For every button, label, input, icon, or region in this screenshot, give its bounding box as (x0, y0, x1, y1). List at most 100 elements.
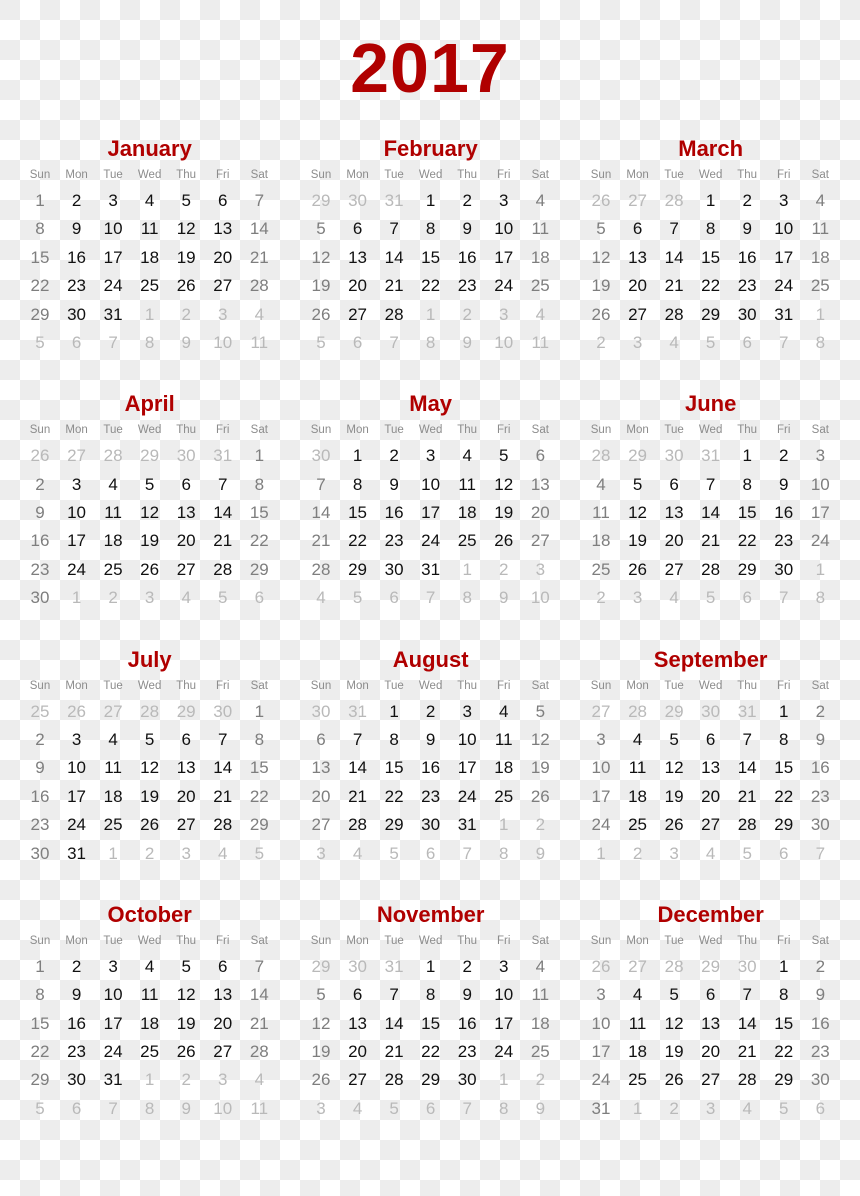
weekday-header: Thu (457, 679, 478, 692)
day-cell: 12 (140, 503, 160, 523)
adjacent-month-day-cell: 30 (664, 446, 684, 466)
weekday-header: Mon (65, 169, 88, 181)
weekday-header: Sun (310, 169, 332, 181)
day-cell: 19 (140, 786, 160, 806)
day-cell: 20 (213, 247, 233, 267)
weekday-header: Sun (590, 679, 612, 692)
day-cell: 2 (815, 956, 826, 976)
day-cell: 25 (628, 815, 647, 835)
day-cell: 16 (384, 503, 404, 523)
adjacent-month-day-cell: 10 (213, 333, 233, 352)
adjacent-month-day-cell: 1 (499, 1070, 509, 1090)
day-cell: 4 (144, 956, 155, 976)
day-cell: 27 (213, 1042, 233, 1062)
day-cell: 17 (67, 786, 86, 806)
day-cell: 16 (457, 247, 477, 267)
month-february: February Sun Mon Tue Wed Thu Fri Sat 29 30 31 1 2 3 4 5… (281, 135, 551, 375)
weekday-header: Tue (384, 424, 404, 437)
day-cell: 26 (530, 786, 550, 806)
day-cell: 20 (530, 503, 550, 523)
adjacent-month-day-cell: 10 (494, 333, 514, 352)
month-title: December (657, 901, 764, 927)
day-cell: 17 (421, 503, 441, 523)
day-cell: 27 (213, 276, 233, 296)
adjacent-month-day-cell: 3 (316, 1098, 326, 1118)
day-cell: 8 (389, 729, 399, 749)
day-cell: 13 (664, 503, 684, 523)
day-cell: 25 (140, 1042, 160, 1062)
day-cell: 12 (140, 758, 160, 778)
day-cell: 7 (254, 956, 265, 976)
day-cell: 18 (494, 758, 514, 778)
weekday-header: Sat (250, 934, 268, 947)
adjacent-month-day-cell: 4 (254, 304, 265, 324)
day-cell: 5 (144, 729, 155, 749)
weekday-header: Sat (811, 424, 829, 437)
day-cell: 26 (176, 1042, 196, 1062)
month-january: January Sun Mon Tue Wed Thu Fri Sat 1 2 3 4 5 6 7 8 9 10 1… (0, 135, 270, 375)
day-cell: 9 (71, 219, 82, 239)
day-cell: 25 (530, 1042, 550, 1062)
day-cell: 19 (664, 786, 684, 806)
adjacent-month-day-cell: 2 (632, 843, 643, 863)
day-cell: 14 (249, 985, 269, 1005)
adjacent-month-day-cell: 4 (254, 1070, 265, 1090)
day-cell: 2 (35, 474, 45, 494)
adjacent-month-day-cell: 1 (815, 559, 826, 579)
adjacent-month-day-cell: 28 (664, 956, 684, 976)
weekday-header: Mon (65, 934, 88, 947)
adjacent-month-day-cell: 4 (535, 304, 546, 324)
day-cell: 28 (348, 815, 367, 835)
day-cell: 17 (591, 1042, 611, 1062)
adjacent-month-day-cell: 30 (311, 701, 331, 721)
day-cell: 5 (535, 701, 546, 721)
adjacent-month-day-cell: 9 (535, 843, 546, 863)
day-cell: 10 (494, 219, 514, 239)
day-cell: 20 (176, 786, 196, 806)
day-cell: 15 (774, 1013, 794, 1033)
day-cell: 12 (628, 503, 647, 523)
day-cell: 27 (348, 1070, 367, 1090)
adjacent-month-day-cell: 8 (499, 1098, 509, 1118)
day-cell: 4 (144, 191, 155, 210)
day-cell: 30 (30, 588, 50, 608)
adjacent-month-day-cell: 30 (213, 701, 233, 721)
day-cell: 17 (591, 786, 611, 806)
day-cell: 18 (591, 531, 611, 551)
day-cell: 10 (494, 985, 514, 1005)
weekday-header: Wed (698, 169, 723, 181)
day-cell: 12 (176, 219, 196, 239)
day-cell: 1 (705, 191, 716, 210)
day-cell: 2 (462, 956, 472, 976)
day-cell: 13 (701, 758, 721, 778)
adjacent-month-day-cell: 5 (705, 333, 716, 352)
adjacent-month-day-cell: 31 (384, 956, 404, 976)
adjacent-month-day-cell: 3 (316, 843, 326, 863)
adjacent-month-day-cell: 1 (425, 304, 436, 324)
day-cell: 11 (628, 758, 647, 778)
day-cell: 6 (181, 729, 191, 749)
weekday-header: Fri (777, 169, 791, 181)
day-cell: 16 (421, 758, 441, 778)
day-cell: 11 (140, 985, 159, 1005)
weekday-header: Thu (176, 934, 197, 947)
month-august: August Sun Mon Tue Wed Thu Fri Sat 30 31 1 2 3 4 5 6 7 8 9… (281, 646, 551, 886)
day-cell: 27 (701, 1070, 721, 1090)
month-title: August (392, 646, 469, 672)
weekday-header: Sun (29, 169, 51, 181)
day-cell: 4 (108, 474, 118, 494)
weekday-header: Fri (216, 934, 230, 947)
month-july: July Sun Mon Tue Wed Thu Fri Sat 25 26 27 28 29 30 1 2 3… (0, 646, 270, 886)
weekday-header: Sun (310, 934, 332, 947)
day-cell: 26 (591, 304, 611, 324)
adjacent-month-day-cell: 9 (462, 333, 472, 352)
day-cell: 5 (181, 956, 191, 976)
weekday-header: Sun (590, 424, 612, 437)
adjacent-month-day-cell: 27 (628, 191, 647, 210)
adjacent-month-day-cell: 1 (632, 1098, 643, 1118)
day-cell: 16 (30, 786, 50, 806)
adjacent-month-day-cell: 27 (103, 701, 123, 721)
day-cell: 22 (701, 276, 721, 296)
day-cell: 10 (421, 474, 441, 494)
day-cell: 25 (810, 276, 830, 296)
